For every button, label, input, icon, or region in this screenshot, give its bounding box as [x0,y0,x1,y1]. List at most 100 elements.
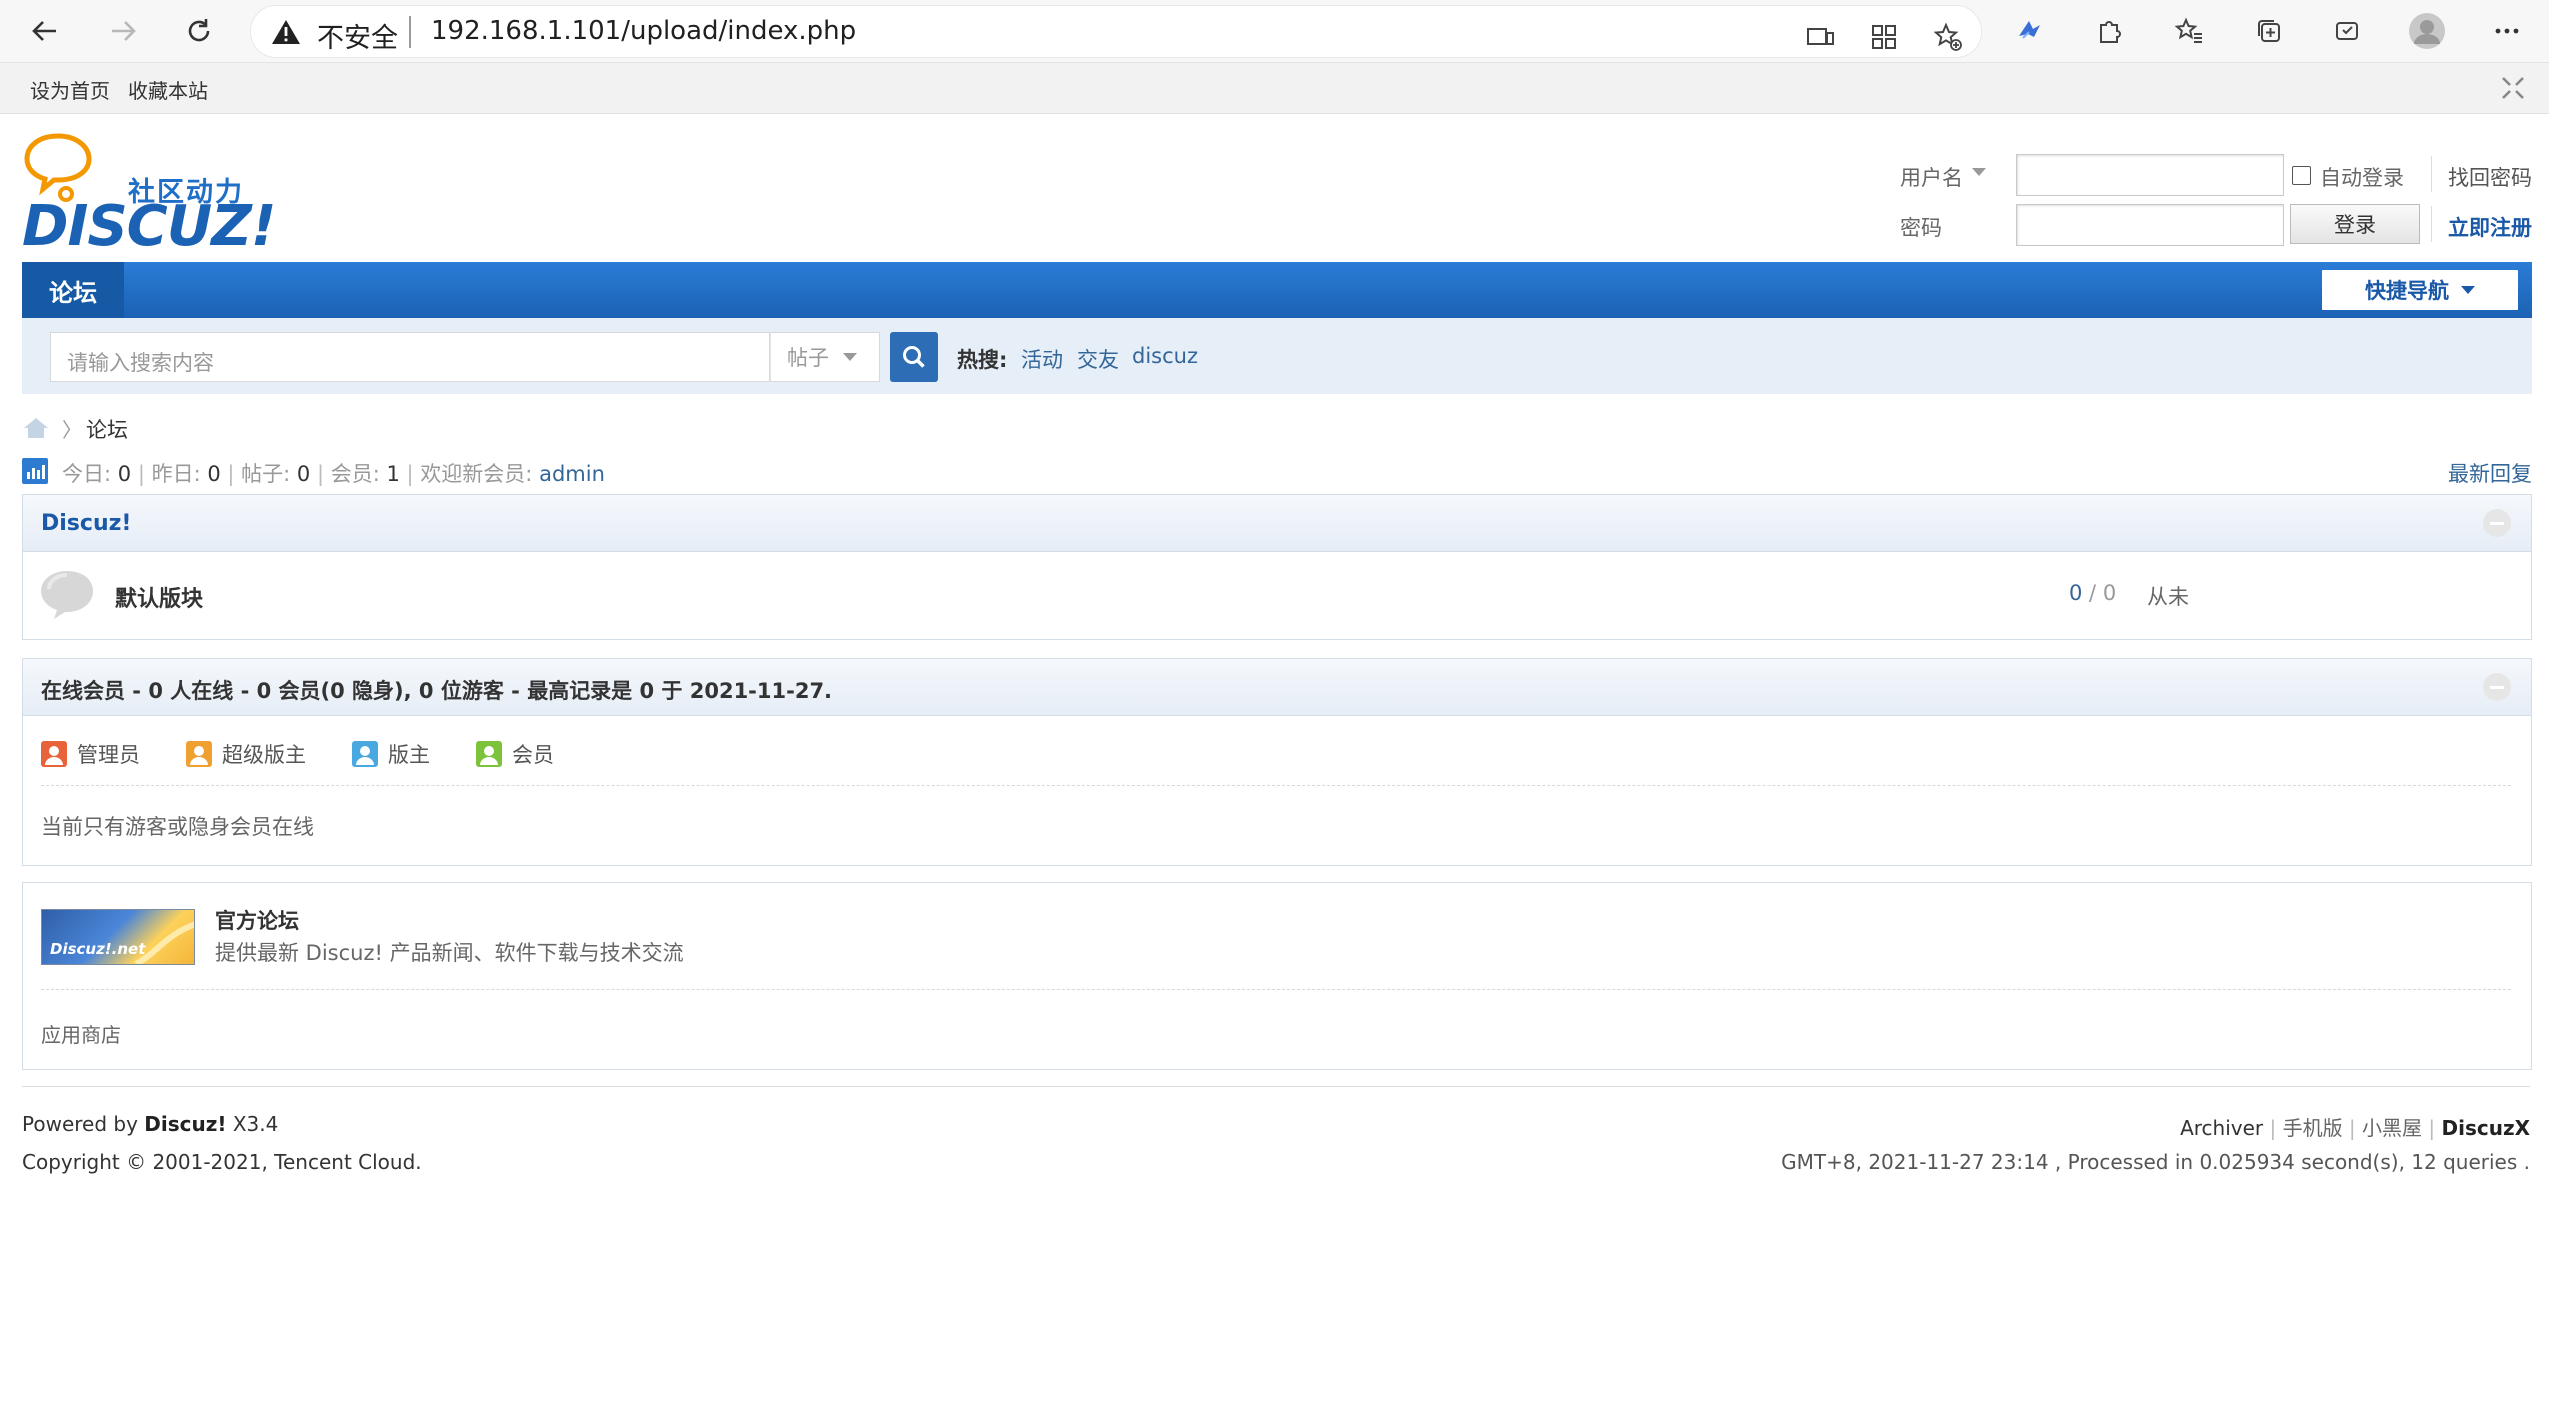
discuz-logo[interactable]: 社区动力 DISCUZ! [22,130,276,259]
bird-extension-icon [2019,21,2040,39]
footer-link-archiver[interactable]: Archiver [2180,1116,2263,1140]
forum-name-link[interactable]: 默认版块 [115,581,203,613]
caret-down-icon [1972,168,1986,176]
app-store-link[interactable]: 应用商店 [41,1019,121,1048]
minus-icon [2490,521,2504,525]
stat-yesterday: 0 [207,462,221,486]
ellipsis-icon [2495,28,2519,34]
login-button[interactable]: 登录 [2290,204,2420,244]
collapse-topbar-icon [2502,77,2524,99]
back-button[interactable] [22,8,68,54]
logo-wordmark: DISCUZ! [22,194,276,259]
stats-chart-icon [22,458,48,484]
bookmark-site-link[interactable]: 收藏本站 [128,75,208,104]
home-icon [24,418,48,438]
puzzle-icon [2100,21,2121,43]
category-box: Discuz! 默认版块 0 / 0 从未 [22,494,2532,640]
more-menu-button[interactable] [2486,10,2528,52]
warning-icon [272,20,300,44]
star-add-icon [1933,22,1962,51]
read-aloud-button[interactable] [1799,16,1841,58]
friend-links-box: Discuz!.net 官方论坛 提供最新 Discuz! 产品新闻、软件下载与… [22,882,2532,1070]
forward-button[interactable] [100,8,146,54]
stat-posts: 0 [296,462,311,486]
quick-nav-button[interactable]: 快捷导航 [2322,270,2518,310]
forum-bubble-icon [41,571,93,619]
breadcrumb-separator: 〉 [62,418,82,442]
hot-term-link[interactable]: 交友 [1077,344,1119,374]
search-type-select[interactable]: 帖子 [770,332,880,382]
stat-members: 1 [386,462,400,486]
main-nav: 论坛 快捷导航 [22,262,2532,318]
password-input[interactable] [2016,204,2284,246]
member-role-icon [476,741,502,767]
hot-term-link[interactable]: 活动 [1021,344,1063,374]
quick-nav-label: 快捷导航 [2365,279,2449,303]
online-summary[interactable]: 在线会员 - 0 人在线 - 0 会员(0 隐身), 0 位游客 - 最高记录是… [41,675,832,705]
collapse-button[interactable] [2483,509,2511,537]
collections-icon [2258,20,2280,42]
login-divider-2 [2431,206,2432,242]
profile-button[interactable] [2406,10,2448,52]
hot-term-link[interactable]: discuz [1132,344,1198,368]
add-favorite-button[interactable] [1927,16,1969,58]
official-forum-description: 提供最新 Discuz! 产品新闻、软件下载与技术交流 [215,941,684,965]
extension-button[interactable] [2008,10,2050,52]
search-input[interactable]: 请输入搜索内容 [50,332,770,382]
nav-forum-tab[interactable]: 论坛 [22,262,124,318]
discuz-net-banner[interactable]: Discuz!.net [41,909,195,965]
latest-replies-link[interactable]: 最新回复 [2448,458,2532,488]
category-title[interactable]: Discuz! [41,511,131,536]
footer-brand-link[interactable]: DiscuzX [2441,1116,2530,1140]
stat-posts-label: 帖子: [241,462,291,486]
banner-text: Discuz!.net [50,940,146,958]
register-link[interactable]: 立即注册 [2448,212,2532,242]
avatar-icon [2409,13,2445,49]
url-text[interactable]: 192.168.1.101/upload/index.php [431,16,856,46]
username-input[interactable] [2016,154,2284,196]
login-divider [2431,156,2432,192]
address-divider [409,16,411,48]
heart-shield-icon [2336,22,2358,40]
footer-divider [22,1086,2530,1087]
collections-button[interactable] [2248,10,2290,52]
count-slash: / [2082,581,2103,605]
search-bar: 请输入搜索内容 帖子 热搜: 活动 交友 discuz [22,318,2532,394]
powered-brand-link[interactable]: Discuz! [144,1112,226,1136]
footer-link-blacklist[interactable]: 小黑屋 [2362,1116,2422,1140]
forum-counts: 0 / 0 [2069,581,2116,605]
username-label: 用户名 [1900,166,1963,190]
role-label-member: 会员 [512,743,554,767]
role-legend: 管理员 超级版主 版主 会员 [41,739,554,769]
stat-today: 0 [117,462,132,486]
password-label: 密码 [1900,216,1942,240]
stat-members-label: 会员: [330,462,380,486]
official-forum-link[interactable]: 官方论坛 [215,905,299,935]
online-members-box: 在线会员 - 0 人在线 - 0 会员(0 隐身), 0 位游客 - 最高记录是… [22,658,2532,866]
breadcrumb-current[interactable]: 论坛 [86,414,128,444]
minus-icon [2490,685,2504,689]
online-header: 在线会员 - 0 人在线 - 0 会员(0 隐身), 0 位游客 - 最高记录是… [23,659,2531,716]
divider [41,785,2511,786]
set-homepage-link[interactable]: 设为首页 [30,75,110,104]
security-status[interactable]: 不安全 [317,16,398,55]
forgot-password-link[interactable]: 找回密码 [2448,162,2532,192]
divider [41,989,2511,990]
favorites-button[interactable] [2168,10,2210,52]
extensions-button[interactable] [2088,10,2130,52]
address-bar[interactable]: 不安全 192.168.1.101/upload/index.php [250,5,1982,58]
admin-role-icon [41,741,67,767]
footer-link-mobile[interactable]: 手机版 [2283,1116,2343,1140]
auto-login-checkbox[interactable] [2292,166,2311,185]
apps-button[interactable] [1863,16,1905,58]
collapse-button[interactable] [2483,673,2511,701]
browser-essentials-button[interactable] [2326,10,2368,52]
search-button[interactable] [890,332,938,382]
auto-login-label: 自动登录 [2320,166,2404,190]
caret-down-icon [843,353,857,361]
super-moderator-role-icon [186,741,212,767]
newest-member-link[interactable]: admin [539,462,605,486]
search-icon [903,346,925,368]
caret-down-icon [2461,286,2475,294]
reload-button[interactable] [176,8,222,54]
